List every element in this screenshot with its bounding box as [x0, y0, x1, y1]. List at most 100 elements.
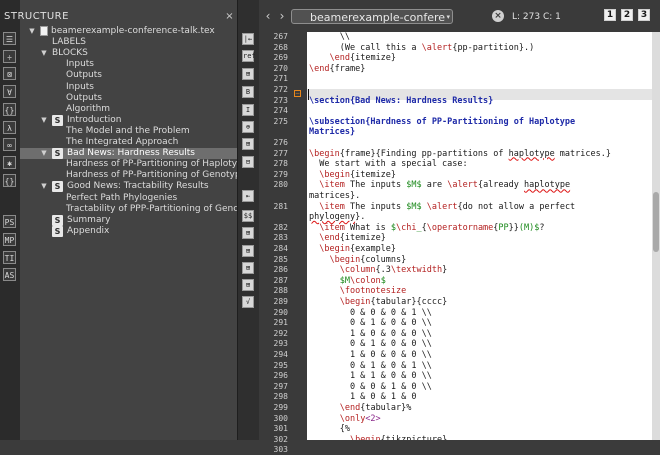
- latex-tool-button[interactable]: $$: [242, 210, 254, 222]
- line-number: 297: [273, 381, 288, 391]
- latex-tool-button[interactable]: ⊞: [242, 227, 254, 239]
- left-tool-button[interactable]: λ: [3, 121, 16, 134]
- close-file-icon[interactable]: ×: [492, 10, 504, 22]
- forward-arrow-icon[interactable]: ›: [275, 8, 289, 24]
- line-number: 271: [273, 74, 288, 84]
- structure-item-label: Introduction: [67, 114, 122, 125]
- structure-item-label: LABELS: [52, 37, 86, 48]
- left-tool-strip: ☰ ÷ ⊠ ∀ {} λ ∞ ✱ {} PS MP TI AS: [0, 0, 21, 440]
- file-selector-dropdown[interactable]: beamerexample-confere ▾: [291, 9, 453, 24]
- code-line: 1 & 1 & 0 & 0 \\: [309, 371, 432, 382]
- left-tool-button[interactable]: MP: [3, 233, 16, 246]
- line-number: 295: [273, 360, 288, 370]
- back-arrow-icon[interactable]: ‹: [261, 8, 275, 24]
- structure-item[interactable]: Outputs: [20, 70, 237, 81]
- structure-item[interactable]: The Model and the Problem: [20, 126, 237, 137]
- left-tool-button[interactable]: AS: [3, 268, 16, 281]
- latex-tool-button[interactable]: |←: [242, 33, 254, 45]
- code-line: 0 & 0 & 0 & 1 \\: [309, 307, 432, 318]
- latex-tool-button[interactable]: ⊞: [242, 68, 254, 80]
- fold-marker-icon[interactable]: −: [294, 90, 301, 97]
- chevron-down-icon: ▾: [446, 13, 450, 21]
- structure-item[interactable]: Hardness of PP-Partitioning of Genotyp: [20, 170, 237, 181]
- code-line: \begin{example}: [319, 244, 397, 254]
- line-number: 273: [273, 95, 288, 105]
- left-tool-button[interactable]: ∞: [3, 138, 16, 151]
- view-2-button[interactable]: 2: [621, 9, 633, 21]
- structure-item-label: BLOCKS: [52, 48, 88, 59]
- expand-arrow-icon[interactable]: ▼: [40, 48, 48, 59]
- latex-tool-button[interactable]: B: [242, 86, 254, 98]
- latex-tool-button[interactable]: ⊞: [242, 262, 254, 274]
- left-tool-button[interactable]: {}: [3, 103, 16, 116]
- line-number: 292: [273, 328, 288, 338]
- editor-scrollbar[interactable]: [652, 32, 660, 440]
- left-tool-button[interactable]: {}: [3, 174, 16, 187]
- latex-tool-button[interactable]: ⊞: [242, 279, 254, 291]
- section-icon: S: [52, 214, 63, 226]
- structure-item[interactable]: Inputs: [20, 59, 237, 70]
- structure-item[interactable]: S Appendix: [20, 225, 237, 237]
- left-tool-button[interactable]: PS: [3, 215, 16, 228]
- latex-tool-button[interactable]: ⊞: [242, 138, 254, 150]
- line-number: 280: [273, 180, 288, 190]
- section-icon: S: [52, 181, 63, 193]
- scrollbar-thumb[interactable]: [653, 192, 659, 252]
- expand-arrow-icon[interactable]: ▼: [40, 148, 48, 159]
- expand-arrow-icon[interactable]: ▼: [40, 181, 48, 192]
- structure-item[interactable]: Hardness of PP-Partitioning of Haploty: [20, 159, 237, 170]
- latex-tool-button[interactable]: ⊕: [242, 121, 254, 133]
- view-1-button[interactable]: 1: [604, 9, 616, 21]
- structure-item[interactable]: Tractability of PPP-Partitioning of Genc: [20, 204, 237, 215]
- latex-tool-button[interactable]: ⇤: [242, 190, 254, 202]
- expand-arrow-icon[interactable]: ▼: [40, 115, 48, 126]
- structure-item[interactable]: ▼ BLOCKS: [20, 48, 237, 59]
- latex-tool-button[interactable]: ⊞: [242, 245, 254, 257]
- latex-tool-button[interactable]: √: [242, 296, 254, 308]
- left-tool-button[interactable]: ∀: [3, 85, 16, 98]
- structure-item[interactable]: S Summary: [20, 214, 237, 226]
- view-3-button[interactable]: 3: [638, 9, 650, 21]
- line-number: 291: [273, 318, 288, 328]
- code-line: \end{frame}: [309, 63, 366, 74]
- line-number: 272: [273, 85, 288, 94]
- structure-item[interactable]: ▼ S Good News: Tractability Results: [20, 181, 237, 193]
- structure-item-label: Summary: [67, 214, 111, 225]
- line-number: 290: [273, 307, 288, 317]
- left-tool-button[interactable]: TI: [3, 251, 16, 264]
- structure-header: STRUCTURE ×: [4, 9, 237, 25]
- left-tool-button[interactable]: ÷: [3, 50, 16, 63]
- code-line: \begin{columns}: [329, 254, 407, 265]
- structure-item[interactable]: ▼ S Bad News: Hardness Results: [20, 148, 237, 160]
- code-line: 1 & 0 & 1 & 0: [309, 392, 417, 403]
- structure-item-label: Perfect Path Phylogenies: [66, 192, 178, 203]
- structure-item[interactable]: Inputs: [20, 82, 237, 93]
- left-tool-button[interactable]: ✱: [3, 156, 16, 169]
- code-line: We start with a special case:: [309, 159, 468, 170]
- line-number: 303: [273, 445, 288, 455]
- line-number: 268: [273, 42, 288, 52]
- structure-item[interactable]: ▼ S Introduction: [20, 114, 237, 126]
- line-number: 286: [273, 265, 288, 275]
- latex-tool-button[interactable]: I: [242, 104, 254, 116]
- structure-item[interactable]: Perfect Path Phylogenies: [20, 193, 237, 204]
- latex-tool-button[interactable]: ⊟: [242, 156, 254, 168]
- line-number: 283: [273, 233, 288, 243]
- structure-item[interactable]: LABELS: [20, 37, 237, 48]
- code-editor[interactable]: \\ (We call this a \alert{pp-partition}.…: [307, 32, 652, 440]
- line-number: 277: [273, 148, 288, 158]
- line-number: 300: [273, 413, 288, 423]
- expand-arrow-icon[interactable]: ▼: [28, 26, 36, 37]
- line-number: 267: [273, 32, 288, 41]
- close-icon[interactable]: ×: [224, 9, 235, 25]
- structure-item[interactable]: The Integrated Approach: [20, 137, 237, 148]
- structure-item-label: Appendix: [67, 225, 110, 236]
- latex-tool-button[interactable]: ref: [242, 50, 256, 62]
- cursor-position: L: 273 C: 1: [512, 12, 561, 22]
- structure-item[interactable]: Algorithm: [20, 104, 237, 115]
- latex-tool-strip: |← ref ⊞ B I ⊕ ⊞ ⊟ ⇤ $$ ⊞ ⊞ ⊞ ⊞ √: [237, 0, 260, 440]
- structure-item[interactable]: ▼ beamerexample-conference-talk.tex: [20, 26, 237, 37]
- left-tool-button[interactable]: ⊠: [3, 67, 16, 80]
- left-tool-button[interactable]: ☰: [3, 32, 16, 45]
- structure-item[interactable]: Outputs: [20, 93, 237, 104]
